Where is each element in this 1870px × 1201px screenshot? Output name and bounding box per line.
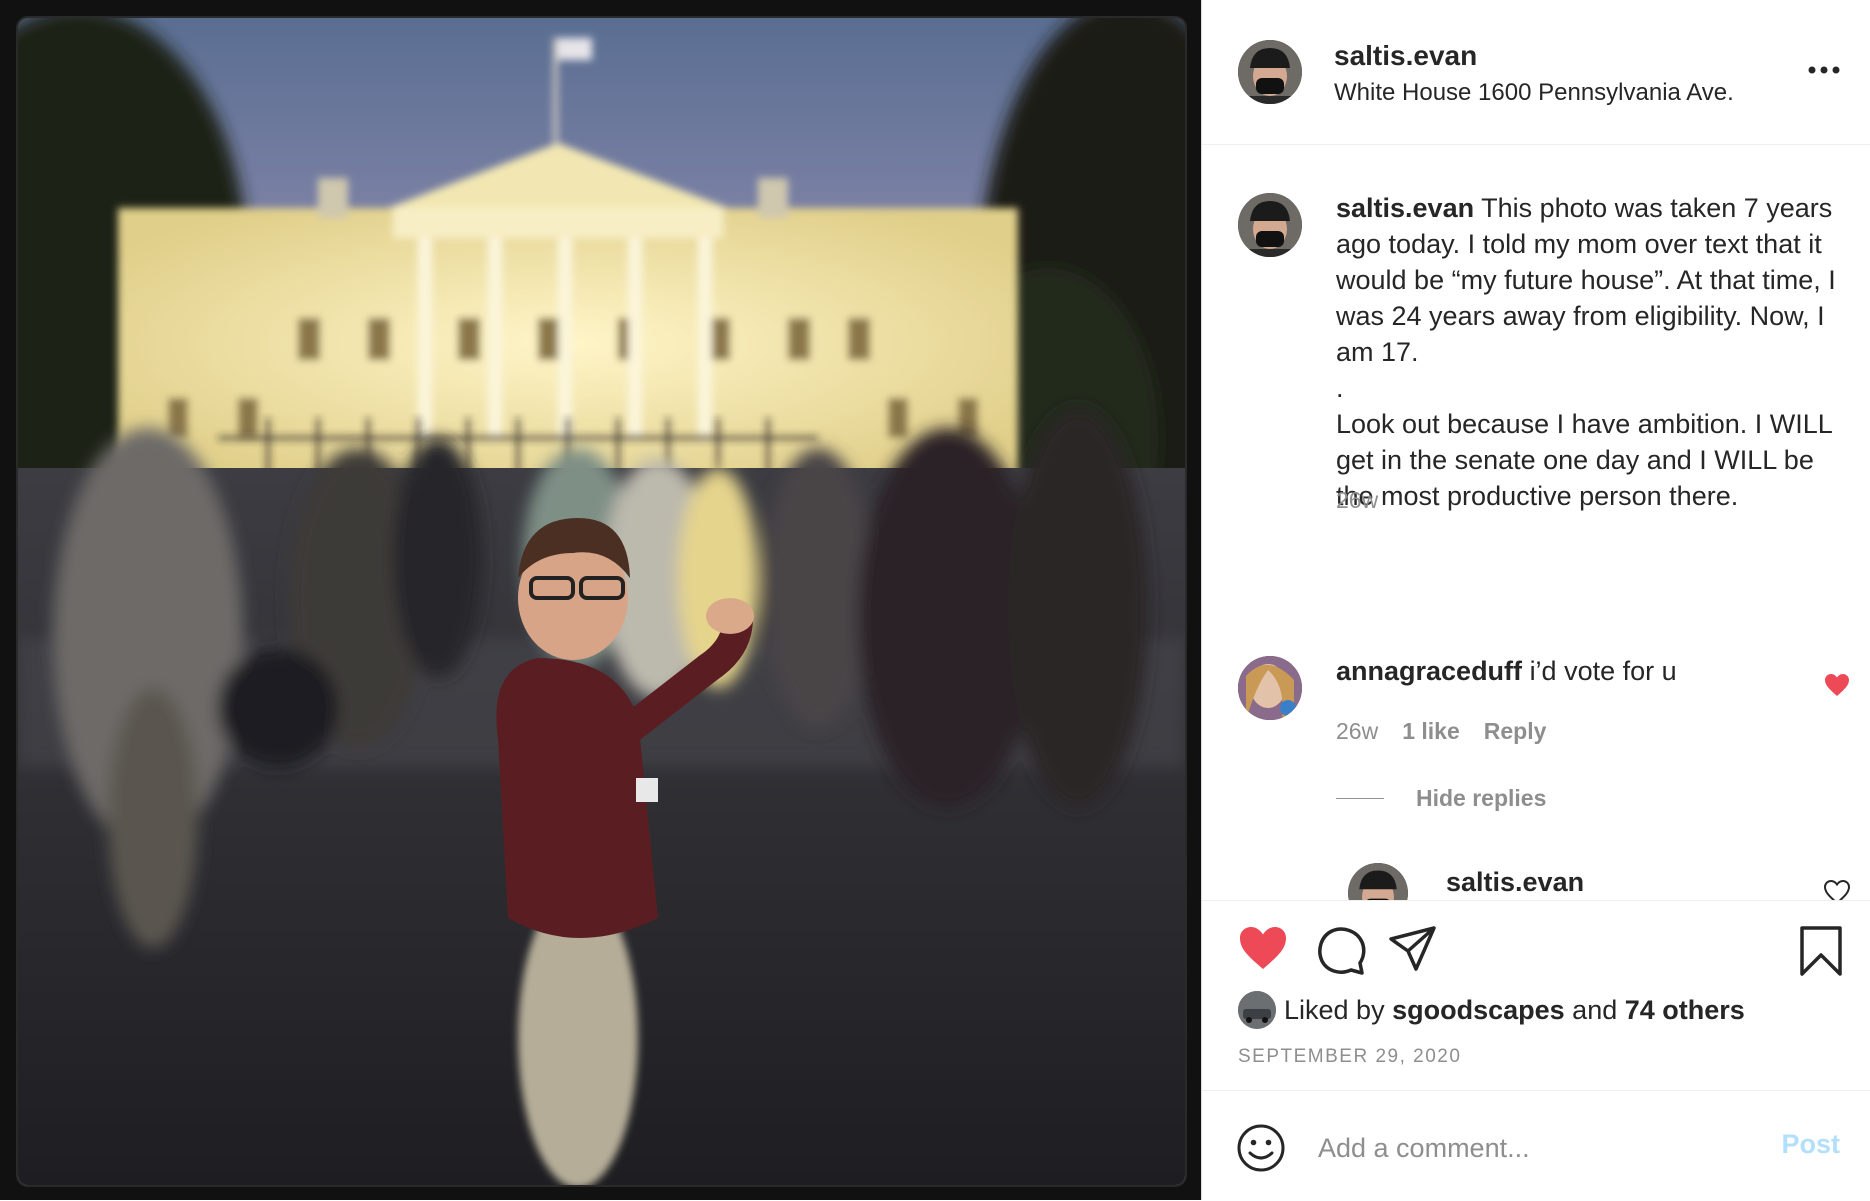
post-comment-button[interactable]: Post	[1781, 1129, 1840, 1160]
post-date[interactable]: SEPTEMBER 29, 2020	[1238, 1046, 1461, 1068]
comments-section[interactable]: saltis.evan This photo was taken 7 years…	[1202, 145, 1870, 900]
caption-text: This photo was taken 7 years ago today. …	[1336, 193, 1836, 511]
post-location[interactable]: White House 1600 Pennsylvania Ave.	[1334, 79, 1734, 107]
share-paper-plane-icon[interactable]	[1388, 925, 1438, 973]
comment-like-heart-icon[interactable]	[1824, 673, 1850, 697]
post-sidebar: saltis.evan White House 1600 Pennsylvani…	[1201, 0, 1870, 1200]
divider-dash	[1336, 798, 1384, 799]
author-avatar[interactable]	[1238, 40, 1302, 104]
comment-meta: 26w 1 like Reply	[1336, 718, 1546, 745]
avatar-image	[1238, 193, 1302, 257]
hide-replies-button[interactable]: Hide replies	[1336, 785, 1546, 812]
comment-like-count[interactable]: 1 like	[1402, 718, 1460, 745]
liked-by-and: and	[1572, 994, 1618, 1025]
reply-author-avatar[interactable]	[1348, 863, 1408, 900]
commenter-avatar[interactable]	[1238, 656, 1302, 720]
add-comment-bar: Post	[1202, 1090, 1870, 1201]
avatar-image	[1238, 656, 1302, 720]
liker-avatar[interactable]	[1238, 991, 1276, 1029]
post-header: saltis.evan White House 1600 Pennsylvani…	[1202, 0, 1870, 145]
heart-like-icon[interactable]	[1238, 925, 1288, 971]
add-comment-input[interactable]	[1316, 1121, 1720, 1175]
hide-replies-label: Hide replies	[1416, 785, 1547, 811]
comment-line: annagraceduff i’d vote for u	[1336, 656, 1677, 687]
caption-timestamp[interactable]: 26w	[1336, 487, 1378, 514]
liked-by-username[interactable]: sgoodscapes	[1392, 995, 1565, 1026]
post-actions: Liked by sgoodscapes and 74 others SEPTE…	[1202, 900, 1870, 1091]
avatar-image	[1238, 40, 1302, 104]
post-photo[interactable]	[18, 18, 1185, 1185]
caption-username[interactable]: saltis.evan	[1336, 193, 1474, 223]
more-horizontal-icon[interactable]	[1804, 60, 1844, 80]
liked-by-prefix: Liked by	[1284, 994, 1385, 1025]
post-media	[0, 0, 1201, 1200]
comment-text: i’d vote for u	[1529, 656, 1677, 686]
comment-timestamp[interactable]: 26w	[1336, 718, 1378, 745]
bookmark-save-icon[interactable]	[1798, 925, 1844, 977]
emoji-smiley-icon[interactable]	[1236, 1123, 1286, 1173]
comment-bubble-icon[interactable]	[1316, 925, 1366, 975]
reply-button[interactable]: Reply	[1484, 718, 1547, 745]
reply-heart-outline-icon[interactable]	[1823, 879, 1851, 900]
liked-by-others[interactable]: 74 others	[1625, 995, 1745, 1026]
liked-by-summary: Liked by sgoodscapes and 74 others	[1238, 991, 1745, 1029]
instagram-post: saltis.evan White House 1600 Pennsylvani…	[0, 0, 1870, 1200]
commenter-username[interactable]: annagraceduff	[1336, 656, 1522, 686]
reply-username[interactable]: saltis.evan	[1446, 867, 1584, 898]
author-username[interactable]: saltis.evan	[1334, 40, 1477, 72]
photo-white-house-scene	[18, 18, 1185, 1185]
post-caption: saltis.evan This photo was taken 7 years…	[1336, 190, 1836, 514]
caption-author-avatar[interactable]	[1238, 193, 1302, 257]
avatar-image	[1348, 863, 1408, 900]
